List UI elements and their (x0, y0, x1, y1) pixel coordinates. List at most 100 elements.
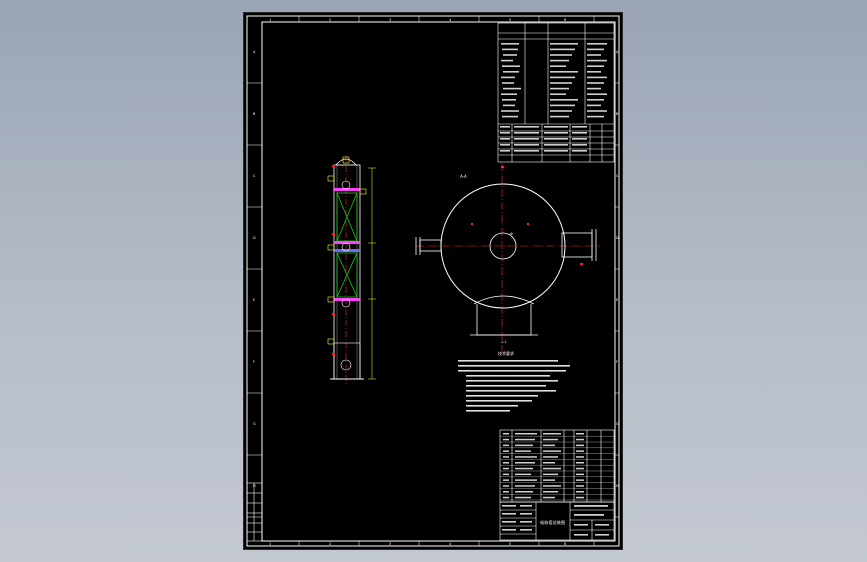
table-text-line (587, 54, 601, 56)
table-text-line (500, 138, 510, 140)
parts-text-line (503, 462, 509, 464)
packing-bed-upper (336, 192, 358, 242)
zone-number-top: 4 (449, 18, 452, 22)
title-text-line (520, 505, 532, 507)
bottom-outlet (470, 295, 538, 336)
parts-text-line (543, 444, 555, 447)
title-text-line (595, 524, 609, 526)
note-line (466, 410, 510, 412)
table-text-line (500, 126, 510, 128)
table-text-line (514, 150, 539, 152)
table-text-line (503, 87, 521, 90)
view-label: A-A (460, 174, 467, 179)
note-line (466, 375, 550, 377)
parts-text-line (515, 462, 535, 464)
parts-text-line (576, 462, 584, 464)
table-text-line (502, 65, 520, 67)
design-data-rows (500, 43, 607, 152)
zone-number-bottom: 6 (564, 542, 566, 546)
zone-letter-left: E (253, 298, 255, 302)
parts-text-line (543, 485, 561, 487)
dimension-label: Φ (510, 232, 513, 236)
table-text-line (587, 99, 604, 101)
table-text-line (587, 43, 607, 45)
notes-title: 技术要求 (498, 350, 514, 356)
table-text-line (587, 71, 601, 73)
title-text-line (520, 529, 532, 531)
table-text-line (500, 150, 510, 152)
table-text-line (544, 138, 568, 140)
table-text-line (500, 132, 510, 134)
table-text-line (587, 82, 604, 84)
parts-text-line (515, 450, 531, 452)
parts-text-line (503, 473, 509, 476)
parts-text-line (576, 491, 584, 493)
parts-text-line (543, 450, 561, 452)
zone-letter-left: D (253, 236, 256, 240)
table-text-line (503, 104, 515, 107)
table-text-line (550, 82, 572, 84)
table-text-line (502, 48, 518, 51)
right-nozzle (561, 229, 597, 261)
zone-letter-left: H (253, 484, 256, 488)
parts-text-line (503, 433, 509, 435)
zone-number-bottom: 4 (449, 542, 452, 546)
title-text-line (502, 505, 516, 507)
table-text-line (587, 87, 601, 90)
flange-3 (334, 298, 360, 301)
zone-number-top: 2 (329, 18, 331, 22)
title-text-line (520, 513, 532, 515)
parts-text-line (515, 473, 531, 476)
parts-text-line (503, 467, 509, 470)
parts-text-line (515, 485, 535, 487)
parts-text-line (543, 438, 558, 441)
table-text-line (587, 115, 604, 118)
table-text-line (550, 59, 569, 62)
parts-text-line (576, 456, 584, 458)
table-text-line (514, 132, 539, 134)
flange-2 (334, 241, 360, 244)
title-text-line (574, 524, 588, 526)
manholes (340, 180, 352, 371)
table-text-line (502, 82, 514, 84)
parts-rows (500, 433, 614, 501)
parts-text-line (503, 479, 509, 481)
distributor-plate (334, 249, 360, 252)
zone-number-bottom: 5 (509, 542, 511, 546)
parts-text-line (503, 456, 509, 458)
parts-text-line (515, 438, 535, 441)
zone-letter-left: A (253, 50, 256, 54)
drawing-sheet: 112233445566AABBCCDDEEFFGGHH A-A 1-1 Φ 技… (244, 13, 622, 549)
table-text-line (550, 71, 578, 73)
parts-text-line (543, 467, 561, 470)
table-text-line (501, 59, 513, 62)
table-text-line (550, 48, 575, 51)
zone-letter-left: G (253, 422, 256, 426)
title-text-line (574, 514, 604, 516)
note-line (458, 360, 558, 362)
zone-number-top: 6 (564, 18, 566, 22)
parts-text-line (576, 485, 584, 487)
note-line (458, 365, 570, 367)
zone-number-bottom: 3 (389, 542, 391, 546)
table-text-line (514, 144, 539, 146)
revision-strip (246, 482, 263, 542)
zone-number-top: 1 (269, 18, 271, 22)
note-line (458, 370, 566, 372)
note-line (466, 385, 546, 387)
table-text-line (514, 126, 539, 128)
tower-elevation (327, 155, 376, 385)
table-text-line (544, 132, 568, 134)
zone-letter-left: F (253, 360, 255, 364)
table-text-line (501, 76, 515, 79)
parts-text-line (576, 479, 584, 481)
title-text-line (574, 534, 588, 536)
zone-letter-right: E (616, 298, 618, 302)
plan-markers (471, 166, 583, 265)
parts-text-line (576, 496, 584, 499)
table-text-line (550, 93, 566, 95)
parts-text-line (576, 444, 584, 447)
level-marks (332, 165, 335, 355)
parts-text-line (576, 467, 584, 470)
zone-number-bottom: 2 (329, 542, 331, 546)
